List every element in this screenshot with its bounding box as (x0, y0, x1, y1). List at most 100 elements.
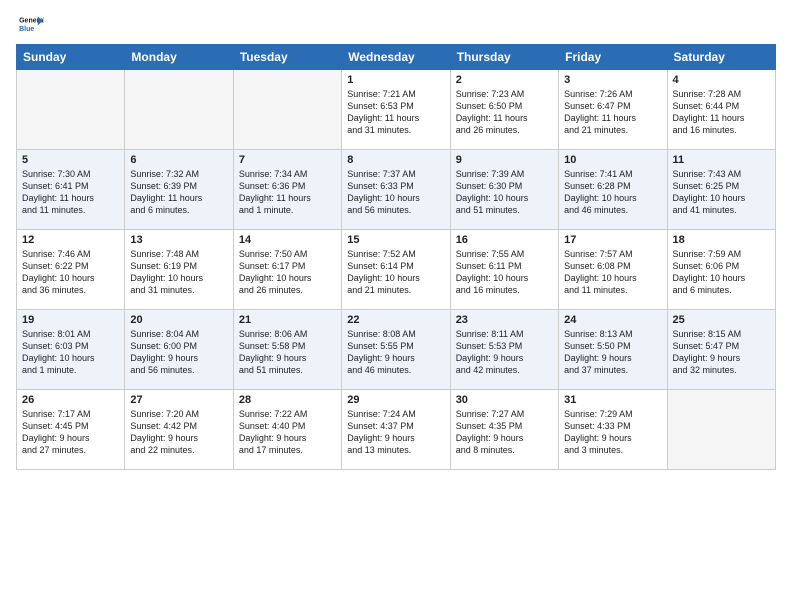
day-number: 2 (456, 74, 553, 86)
day-info: Sunrise: 7:57 AM Sunset: 6:08 PM Dayligh… (564, 248, 661, 297)
weekday-header-saturday: Saturday (667, 45, 775, 70)
day-cell (233, 70, 341, 150)
day-cell: 24 Sunrise: 8:13 AM Sunset: 5:50 PM Dayli… (559, 310, 667, 390)
day-cell: 1 Sunrise: 7:21 AM Sunset: 6:53 PM Daylig… (342, 70, 450, 150)
day-cell: 30 Sunrise: 7:27 AM Sunset: 4:35 PM Dayli… (450, 390, 558, 470)
day-info: Sunrise: 8:08 AM Sunset: 5:55 PM Dayligh… (347, 328, 444, 377)
day-number: 24 (564, 314, 661, 326)
day-cell: 23Sunrise: 8:11 AM Sunset: 5:53 PM Dayli… (450, 310, 558, 390)
day-info: Sunrise: 7:23 AM Sunset: 6:50 PM Dayligh… (456, 88, 553, 137)
day-number: 20 (130, 314, 227, 326)
day-info: Sunrise: 7:17 AM Sunset: 4:45 PM Dayligh… (22, 408, 119, 457)
day-cell: 12 Sunrise: 7:46 AM Sunset: 6:22 PM Dayli… (17, 230, 125, 310)
day-cell: 15Sunrise: 7:52 AM Sunset: 6:14 PM Dayli… (342, 230, 450, 310)
day-number: 17 (564, 234, 661, 246)
day-number: 26 (22, 394, 119, 406)
day-info: Sunrise: 7:43 AM Sunset: 6:25 PM Dayligh… (673, 168, 770, 217)
day-info: Sunrise: 7:26 AM Sunset: 6:47 PM Dayligh… (564, 88, 661, 137)
weekday-header-row: SundayMondayTuesdayWednesdayThursdayFrid… (17, 45, 776, 70)
day-info: Sunrise: 8:04 AM Sunset: 6:00 PM Dayligh… (130, 328, 227, 377)
day-info: Sunrise: 7:50 AM Sunset: 6:17 PM Dayligh… (239, 248, 336, 297)
day-info: Sunrise: 7:30 AM Sunset: 6:41 PM Dayligh… (22, 168, 119, 217)
day-info: Sunrise: 7:34 AM Sunset: 6:36 PM Dayligh… (239, 168, 336, 217)
day-cell: 17 Sunrise: 7:57 AM Sunset: 6:08 PM Dayli… (559, 230, 667, 310)
day-number: 22 (347, 314, 444, 326)
week-row-5: 26 Sunrise: 7:17 AM Sunset: 4:45 PM Dayli… (17, 390, 776, 470)
day-cell: 26 Sunrise: 7:17 AM Sunset: 4:45 PM Dayli… (17, 390, 125, 470)
week-row-1: 1 Sunrise: 7:21 AM Sunset: 6:53 PM Daylig… (17, 70, 776, 150)
day-cell: 13 Sunrise: 7:48 AM Sunset: 6:19 PM Dayli… (125, 230, 233, 310)
day-cell: 19Sunrise: 8:01 AM Sunset: 6:03 PM Dayli… (17, 310, 125, 390)
day-number: 18 (673, 234, 770, 246)
day-cell: 9 Sunrise: 7:39 AM Sunset: 6:30 PM Daylig… (450, 150, 558, 230)
day-cell: 10 Sunrise: 7:41 AM Sunset: 6:28 PM Dayli… (559, 150, 667, 230)
day-info: Sunrise: 7:37 AM Sunset: 6:33 PM Dayligh… (347, 168, 444, 217)
day-number: 29 (347, 394, 444, 406)
day-number: 8 (347, 154, 444, 166)
day-info: Sunrise: 8:11 AM Sunset: 5:53 PM Dayligh… (456, 328, 553, 377)
day-number: 16 (456, 234, 553, 246)
day-info: Sunrise: 7:28 AM Sunset: 6:44 PM Dayligh… (673, 88, 770, 137)
day-number: 12 (22, 234, 119, 246)
day-number: 9 (456, 154, 553, 166)
day-info: Sunrise: 7:27 AM Sunset: 4:35 PM Dayligh… (456, 408, 553, 457)
day-cell (17, 70, 125, 150)
header: General Blue (16, 10, 776, 38)
day-cell: 31 Sunrise: 7:29 AM Sunset: 4:33 PM Dayli… (559, 390, 667, 470)
day-number: 6 (130, 154, 227, 166)
day-info: Sunrise: 7:29 AM Sunset: 4:33 PM Dayligh… (564, 408, 661, 457)
weekday-header-thursday: Thursday (450, 45, 558, 70)
day-cell: 25 Sunrise: 8:15 AM Sunset: 5:47 PM Dayli… (667, 310, 775, 390)
logo: General Blue (16, 10, 44, 38)
page: General Blue SundayMondayTuesdayWednesda… (0, 0, 792, 612)
day-number: 30 (456, 394, 553, 406)
day-number: 14 (239, 234, 336, 246)
day-number: 31 (564, 394, 661, 406)
weekday-header-tuesday: Tuesday (233, 45, 341, 70)
day-cell: 4 Sunrise: 7:28 AM Sunset: 6:44 PM Daylig… (667, 70, 775, 150)
day-number: 10 (564, 154, 661, 166)
day-cell: 27Sunrise: 7:20 AM Sunset: 4:42 PM Dayli… (125, 390, 233, 470)
day-cell: 11 Sunrise: 7:43 AM Sunset: 6:25 PM Dayli… (667, 150, 775, 230)
day-number: 21 (239, 314, 336, 326)
day-number: 25 (673, 314, 770, 326)
day-info: Sunrise: 8:06 AM Sunset: 5:58 PM Dayligh… (239, 328, 336, 377)
day-cell: 21 Sunrise: 8:06 AM Sunset: 5:58 PM Dayli… (233, 310, 341, 390)
calendar-table: SundayMondayTuesdayWednesdayThursdayFrid… (16, 44, 776, 470)
day-info: Sunrise: 7:41 AM Sunset: 6:28 PM Dayligh… (564, 168, 661, 217)
day-info: Sunrise: 7:55 AM Sunset: 6:11 PM Dayligh… (456, 248, 553, 297)
day-number: 7 (239, 154, 336, 166)
day-cell: 6 Sunrise: 7:32 AM Sunset: 6:39 PM Daylig… (125, 150, 233, 230)
day-cell: 29Sunrise: 7:24 AM Sunset: 4:37 PM Dayli… (342, 390, 450, 470)
day-info: Sunrise: 7:32 AM Sunset: 6:39 PM Dayligh… (130, 168, 227, 217)
day-info: Sunrise: 7:48 AM Sunset: 6:19 PM Dayligh… (130, 248, 227, 297)
day-number: 13 (130, 234, 227, 246)
day-cell: 20 Sunrise: 8:04 AM Sunset: 6:00 PM Dayli… (125, 310, 233, 390)
day-info: Sunrise: 8:15 AM Sunset: 5:47 PM Dayligh… (673, 328, 770, 377)
weekday-header-monday: Monday (125, 45, 233, 70)
weekday-header-sunday: Sunday (17, 45, 125, 70)
day-number: 4 (673, 74, 770, 86)
day-info: Sunrise: 7:46 AM Sunset: 6:22 PM Dayligh… (22, 248, 119, 297)
day-cell: 16 Sunrise: 7:55 AM Sunset: 6:11 PM Dayli… (450, 230, 558, 310)
day-number: 11 (673, 154, 770, 166)
svg-text:Blue: Blue (19, 26, 34, 33)
day-info: Sunrise: 7:21 AM Sunset: 6:53 PM Dayligh… (347, 88, 444, 137)
day-cell: 14 Sunrise: 7:50 AM Sunset: 6:17 PM Dayli… (233, 230, 341, 310)
day-number: 15 (347, 234, 444, 246)
day-info: Sunrise: 7:22 AM Sunset: 4:40 PM Dayligh… (239, 408, 336, 457)
day-number: 1 (347, 74, 444, 86)
week-row-2: 5 Sunrise: 7:30 AM Sunset: 6:41 PM Daylig… (17, 150, 776, 230)
day-info: Sunrise: 7:39 AM Sunset: 6:30 PM Dayligh… (456, 168, 553, 217)
day-cell: 8 Sunrise: 7:37 AM Sunset: 6:33 PM Daylig… (342, 150, 450, 230)
day-info: Sunrise: 8:13 AM Sunset: 5:50 PM Dayligh… (564, 328, 661, 377)
day-cell (125, 70, 233, 150)
day-number: 3 (564, 74, 661, 86)
day-number: 27 (130, 394, 227, 406)
day-number: 5 (22, 154, 119, 166)
day-cell: 28Sunrise: 7:22 AM Sunset: 4:40 PM Dayli… (233, 390, 341, 470)
day-info: Sunrise: 8:01 AM Sunset: 6:03 PM Dayligh… (22, 328, 119, 377)
day-cell: 2 Sunrise: 7:23 AM Sunset: 6:50 PM Daylig… (450, 70, 558, 150)
day-cell: 18Sunrise: 7:59 AM Sunset: 6:06 PM Dayli… (667, 230, 775, 310)
weekday-header-wednesday: Wednesday (342, 45, 450, 70)
